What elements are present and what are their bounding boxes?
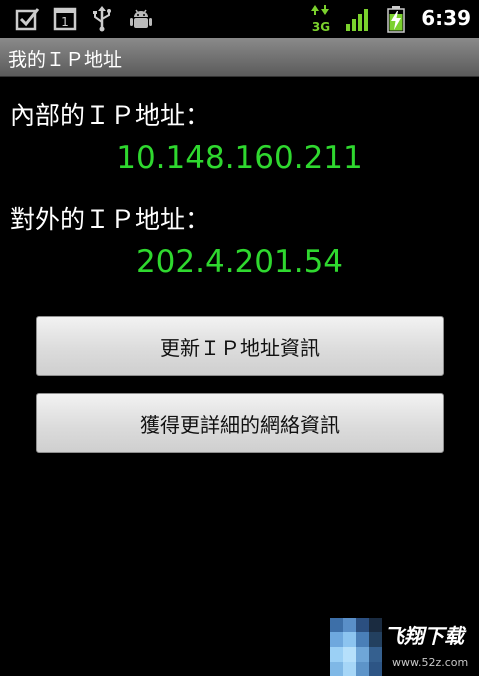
android-debug-icon	[130, 9, 152, 28]
app-title-bar: 我的ＩＰ地址	[0, 38, 479, 77]
clock-time: 6:39	[421, 6, 471, 30]
watermark-url: www.52z.com	[392, 656, 469, 669]
watermark-mosaic-logo	[330, 618, 382, 676]
calendar-day: 1	[61, 15, 69, 29]
status-bar: 1 3G 6:39	[0, 0, 479, 38]
internal-ip-label: 內部的ＩＰ地址：	[10, 101, 211, 130]
app-title: 我的ＩＰ地址	[8, 49, 123, 71]
signal-icon	[346, 9, 368, 31]
network-details-button-label: 獲得更詳細的網絡資訊	[140, 412, 340, 437]
data-3g-icon: 3G	[311, 5, 330, 34]
phone-screen: 1 3G 6:39 我的ＩＰ地址 內部的ＩＰ地址： 10.148.160.211…	[0, 0, 479, 676]
network-details-button[interactable]: 獲得更詳細的網絡資訊	[36, 393, 444, 453]
external-ip-label: 對外的ＩＰ地址：	[10, 205, 211, 234]
refresh-ip-button-label: 更新ＩＰ地址資訊	[160, 335, 320, 360]
usb-icon	[93, 6, 111, 32]
internal-ip-value: 10.148.160.211	[116, 140, 363, 176]
battery-charging-icon	[387, 6, 405, 33]
watermark: 飞翔下载 www.52z.com	[330, 614, 479, 676]
watermark-title: 飞翔下载	[384, 624, 464, 648]
external-ip-value: 202.4.201.54	[135, 244, 344, 280]
refresh-ip-button[interactable]: 更新ＩＰ地址資訊	[36, 316, 444, 376]
network-type: 3G	[312, 20, 330, 34]
checkbox-icon	[15, 8, 40, 31]
calendar-icon: 1	[53, 7, 77, 31]
